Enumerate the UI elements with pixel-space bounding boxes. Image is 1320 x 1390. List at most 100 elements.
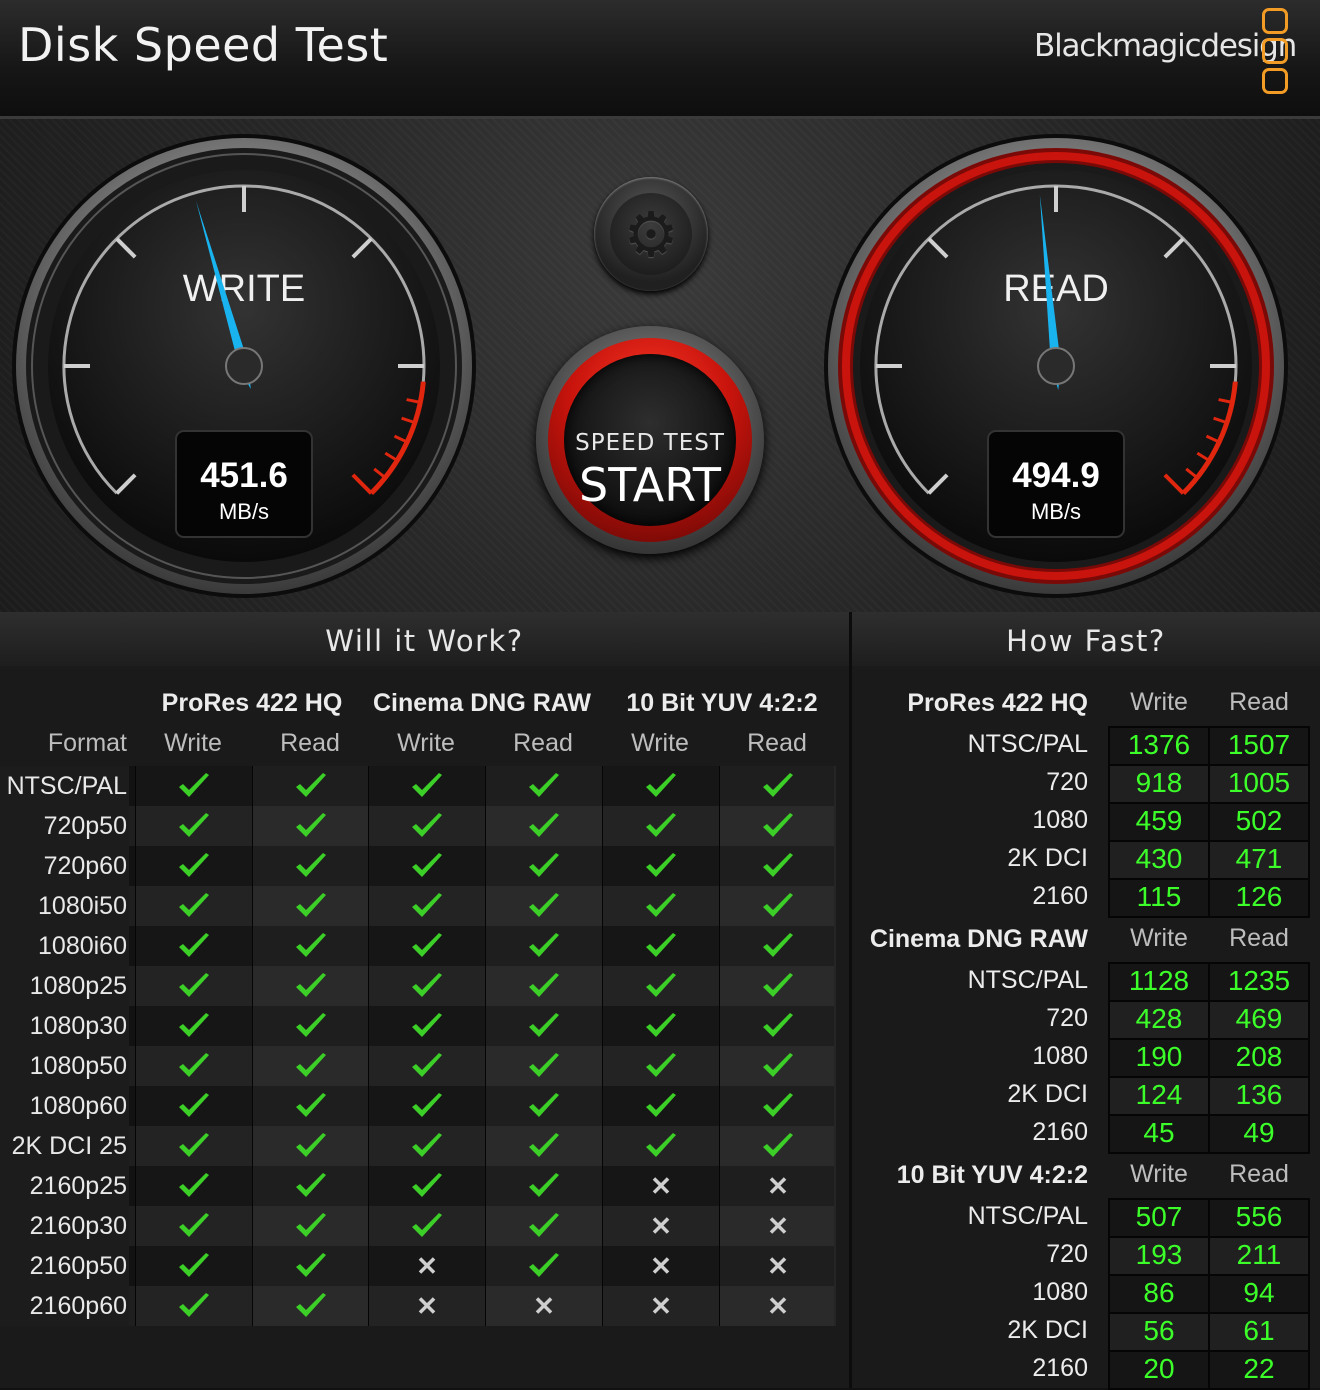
check-icon: [135, 1006, 252, 1046]
check-icon: [485, 766, 602, 806]
check-icon: [135, 1206, 252, 1246]
cross-icon: ✕: [368, 1246, 485, 1286]
write-fps-value: 193: [1135, 1239, 1183, 1270]
write-gauge: WRITE 451.6 MB/s: [12, 134, 476, 598]
format-label: 1080: [1032, 1042, 1088, 1070]
check-icon: [485, 806, 602, 846]
format-label: 1080p25: [0, 966, 129, 1006]
check-icon: [135, 1126, 252, 1166]
write-fps-value: 86: [1143, 1277, 1175, 1308]
read-fps-value: 208: [1235, 1041, 1283, 1072]
codec-header: ProRes 422 HQ: [161, 689, 343, 717]
format-label: NTSC/PAL: [967, 1202, 1088, 1230]
write-fps-value: 45: [1143, 1117, 1175, 1148]
read-fps-value: 556: [1235, 1201, 1283, 1232]
check-icon: [368, 1206, 485, 1246]
codec-header: ProRes 422 HQ: [907, 689, 1088, 717]
read-column-header: Read: [1229, 1160, 1289, 1188]
write-fps-value: 507: [1135, 1201, 1183, 1232]
check-icon: [719, 1126, 836, 1166]
read-fps-value: 502: [1235, 805, 1283, 836]
cross-icon: ✕: [719, 1246, 836, 1286]
check-icon: [252, 766, 369, 806]
format-label: 1080i60: [0, 926, 129, 966]
write-fps-value: 124: [1135, 1079, 1183, 1110]
sub-column-header: Write: [397, 729, 455, 757]
title-bar: Disk Speed Test Blackmagicdesign: [0, 0, 1320, 119]
check-icon: [368, 1006, 485, 1046]
read-column-header: Read: [1229, 688, 1289, 716]
app-title: Disk Speed Test: [18, 18, 389, 72]
write-fps-value: 918: [1135, 767, 1183, 798]
write-fps-value: 1376: [1127, 729, 1191, 760]
start-button-top-label: SPEED TEST: [575, 430, 725, 456]
format-label: 2K DCI: [1007, 1316, 1088, 1344]
read-fps-value: 22: [1243, 1353, 1275, 1384]
write-gauge-label: WRITE: [183, 268, 305, 310]
check-icon: [485, 846, 602, 886]
cross-icon: ✕: [485, 1286, 602, 1326]
read-gauge: READ 494.9 MB/s: [824, 134, 1288, 598]
format-label: 2160p60: [0, 1286, 129, 1326]
table-row: 1080p30: [0, 1006, 836, 1046]
format-label: 2160p25: [0, 1166, 129, 1206]
check-icon: [252, 1286, 369, 1326]
check-icon: [368, 1086, 485, 1126]
check-icon: [252, 1246, 369, 1286]
format-label: 1080p30: [0, 1006, 129, 1046]
check-icon: [368, 1126, 485, 1166]
table-row: 2160p50 ✕ ✕ ✕: [0, 1246, 836, 1286]
check-icon: [485, 1126, 602, 1166]
check-icon: [135, 1166, 252, 1206]
read-gauge-hub: [1037, 347, 1075, 385]
sub-column-header: Read: [280, 729, 340, 757]
start-button[interactable]: SPEED TEST START: [536, 326, 764, 554]
brand-name: Blackmagicdesign: [1034, 28, 1297, 64]
format-label: 2160: [1032, 882, 1088, 910]
write-speed-value: 451.6: [200, 456, 288, 495]
check-icon: [252, 1166, 369, 1206]
check-icon: [252, 1126, 369, 1166]
read-fps-value: 1507: [1227, 729, 1291, 760]
check-icon: [602, 1126, 719, 1166]
check-icon: [135, 886, 252, 926]
sub-column-header: Read: [747, 729, 807, 757]
format-label: 720p60: [0, 846, 129, 886]
format-label: 2160: [1032, 1118, 1088, 1146]
check-icon: [602, 1086, 719, 1126]
check-icon: [602, 926, 719, 966]
table-row: 1080p60: [0, 1086, 836, 1126]
table-row: 2160p60 ✕ ✕ ✕ ✕: [0, 1286, 836, 1326]
codec-header: Cinema DNG RAW: [869, 925, 1088, 953]
cross-icon: ✕: [602, 1206, 719, 1246]
check-icon: [135, 1286, 252, 1326]
format-label: NTSC/PAL: [0, 766, 129, 806]
check-icon: [485, 1206, 602, 1246]
check-icon: [719, 1006, 836, 1046]
read-fps-value: 471: [1235, 843, 1283, 874]
cross-icon: ✕: [719, 1286, 836, 1326]
read-fps-value: 1005: [1227, 767, 1291, 798]
cross-icon: ✕: [602, 1166, 719, 1206]
write-fps-value: 56: [1143, 1315, 1175, 1346]
read-fps-value: 211: [1236, 1239, 1282, 1270]
check-icon: [135, 966, 252, 1006]
check-icon: [602, 966, 719, 1006]
write-fps-value: 190: [1135, 1041, 1183, 1072]
table-row: 2K DCI 25: [0, 1126, 836, 1166]
settings-button[interactable]: ⚙: [594, 177, 708, 291]
check-icon: [135, 846, 252, 886]
start-button-ring: SPEED TEST START: [548, 338, 752, 542]
format-label: 2160p50: [0, 1246, 129, 1286]
read-fps-value: 94: [1243, 1277, 1275, 1308]
table-row: 2160p30 ✕ ✕: [0, 1206, 836, 1246]
start-button-label: START: [579, 458, 721, 512]
check-icon: [252, 1006, 369, 1046]
check-icon: [368, 966, 485, 1006]
write-fps-value: 430: [1135, 843, 1183, 874]
check-icon: [252, 806, 369, 846]
check-icon: [252, 1086, 369, 1126]
cross-icon: ✕: [719, 1206, 836, 1246]
check-icon: [252, 846, 369, 886]
sub-column-header: Write: [631, 729, 689, 757]
